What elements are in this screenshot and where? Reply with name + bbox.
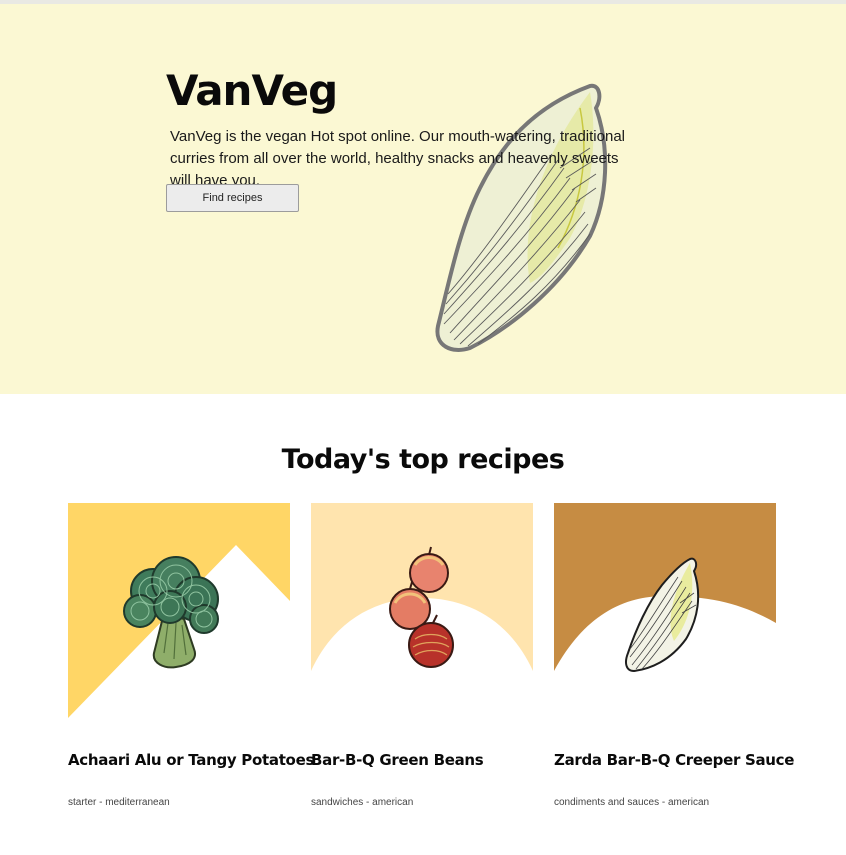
hero-section: VanVeg VanVeg is the vegan Hot spot onli… [0, 4, 846, 394]
recipe-card-title[interactable]: Bar-B-Q Green Beans [311, 751, 484, 769]
site-title: VanVeg [166, 66, 338, 115]
hero-description: VanVeg is the vegan Hot spot online. Our… [170, 128, 625, 189]
recipe-card-image[interactable] [311, 503, 533, 718]
recipe-card-meta: condiments and sauces - american [554, 797, 710, 808]
find-recipes-button[interactable]: Find recipes [166, 184, 299, 212]
recipe-card-image[interactable] [68, 503, 290, 718]
recipe-card[interactable]: Bar-B-Q Green Beans sandwiches - america… [311, 503, 533, 823]
recipe-card[interactable]: Zarda Bar-B-Q Creeper Sauce condiments a… [554, 503, 794, 823]
recipe-card[interactable]: Achaari Alu or Tangy Potatoes starter - … [68, 503, 314, 823]
recipe-card-title[interactable]: Zarda Bar-B-Q Creeper Sauce [554, 751, 794, 769]
top-recipes-heading: Today's top recipes [281, 444, 565, 475]
recipe-card-meta: starter - mediterranean [68, 797, 170, 808]
recipe-card-meta: sandwiches - american [311, 797, 414, 808]
recipe-card-image[interactable] [554, 503, 776, 718]
endive-icon [435, 83, 608, 352]
recipe-card-title[interactable]: Achaari Alu or Tangy Potatoes [68, 751, 314, 769]
